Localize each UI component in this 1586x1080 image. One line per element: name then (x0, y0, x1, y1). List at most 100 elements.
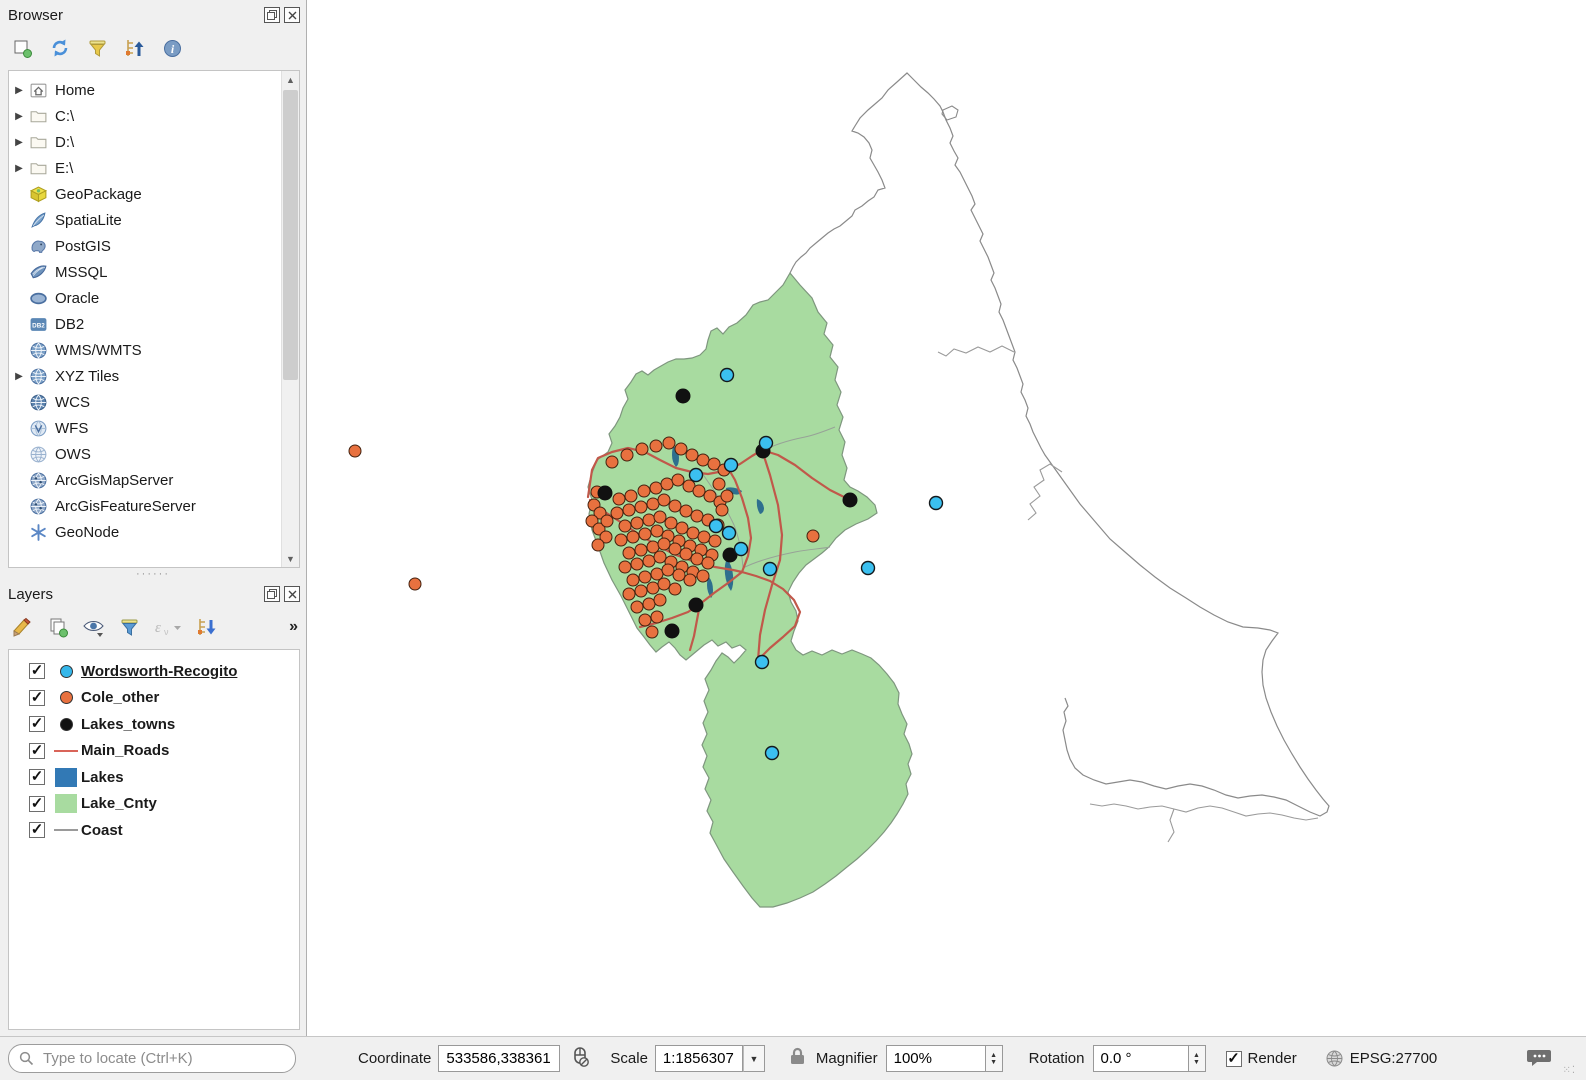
browser-item-arcgisfeatureserver[interactable]: ArcGisFeatureServer (11, 493, 299, 519)
layer-item-coast[interactable]: Coast (15, 817, 299, 844)
lock-scale-icon[interactable] (789, 1047, 806, 1070)
layers-close-button[interactable] (284, 586, 300, 602)
map-svg[interactable] (307, 0, 1586, 1036)
cole-other-point (623, 504, 635, 516)
manage-map-themes-button[interactable] (82, 616, 106, 638)
folder-icon (27, 133, 49, 152)
crs-button[interactable]: EPSG:27700 (1325, 1049, 1438, 1068)
layers-float-button[interactable] (264, 586, 280, 602)
expand-arrow-icon[interactable]: ▶ (11, 85, 27, 96)
locator-input[interactable] (41, 1049, 285, 1068)
magnifier-spinner[interactable]: ▲▼ (986, 1045, 1003, 1072)
expand-collapse-button[interactable] (196, 616, 218, 638)
cole-other-point (654, 511, 666, 523)
browser-item-geopackage[interactable]: GeoPackage (11, 181, 299, 207)
layer-visibility-checkbox[interactable] (29, 716, 45, 732)
cole-other-point (623, 547, 635, 559)
wordsworth-recogito-point (690, 469, 703, 482)
resize-grip[interactable]: ⁙⁚ (1562, 1065, 1576, 1080)
wordsworth-recogito-point (930, 497, 943, 510)
toolbar-overflow-button[interactable]: » (289, 618, 298, 636)
layer-visibility-checkbox[interactable] (29, 822, 45, 838)
filter-by-expression-button[interactable]: εν (153, 616, 183, 638)
filter-legend-button[interactable] (119, 617, 140, 638)
browser-panel-title: Browser (8, 7, 63, 24)
browser-item-mssql[interactable]: MSSQL (11, 259, 299, 285)
cole-other-point (613, 493, 625, 505)
toggle-extents-mouse-icon[interactable] (568, 1045, 592, 1073)
layer-legend-symbol (51, 665, 81, 678)
scroll-up-icon[interactable]: ▲ (282, 71, 299, 88)
expand-arrow-icon[interactable]: ▶ (11, 371, 27, 382)
lakes-town-point (598, 486, 612, 500)
browser-close-button[interactable] (284, 7, 300, 23)
float-icon (267, 589, 277, 599)
layer-item-main-roads[interactable]: Main_Roads (15, 738, 299, 765)
browser-item-wcs[interactable]: WCS (11, 389, 299, 415)
rotation-input[interactable] (1093, 1045, 1189, 1072)
layer-item-cole-other[interactable]: Cole_other (15, 685, 299, 712)
cole-other-point (716, 504, 728, 516)
add-group-button[interactable] (47, 616, 69, 638)
scale-input[interactable] (655, 1045, 743, 1072)
expand-arrow-icon[interactable]: ▶ (11, 137, 27, 148)
browser-float-button[interactable] (264, 7, 280, 23)
dock-splitter[interactable]: ······ (0, 568, 306, 579)
render-checkbox[interactable] (1226, 1051, 1242, 1067)
layer-visibility-checkbox[interactable] (29, 690, 45, 706)
cole-other-point (672, 474, 684, 486)
rotation-spinner[interactable]: ▲▼ (1189, 1045, 1206, 1072)
cole-other-point (650, 440, 662, 452)
browser-item-e[interactable]: ▶E:\ (11, 155, 299, 181)
properties-button[interactable]: i (162, 38, 183, 59)
browser-item-wfs[interactable]: WFS (11, 415, 299, 441)
layer-visibility-checkbox[interactable] (29, 743, 45, 759)
layer-item-wordsworth-recogito[interactable]: Wordsworth-Recogito (15, 658, 299, 685)
cole-other-point (673, 569, 685, 581)
scrollbar-thumb[interactable] (283, 90, 298, 380)
add-selected-layers-button[interactable] (12, 38, 33, 59)
map-canvas[interactable] (307, 0, 1586, 1036)
refresh-button[interactable] (49, 37, 71, 59)
magnifier-input[interactable] (886, 1045, 986, 1072)
layer-item-lakes[interactable]: Lakes (15, 764, 299, 791)
wordsworth-recogito-point (725, 459, 738, 472)
expand-arrow-icon[interactable]: ▶ (11, 111, 27, 122)
cole-other-point (635, 585, 647, 597)
browser-item-arcgismapserver[interactable]: ArcGisMapServer (11, 467, 299, 493)
browser-item-ows[interactable]: OWS (11, 441, 299, 467)
browser-item-label: Home (55, 82, 95, 99)
collapse-all-button[interactable] (124, 37, 146, 59)
browser-scrollbar[interactable]: ▲ ▼ (281, 71, 299, 567)
browser-item-db2[interactable]: DB2DB2 (11, 311, 299, 337)
browser-item-geonode[interactable]: GeoNode (11, 519, 299, 545)
expand-arrow-icon[interactable]: ▶ (11, 163, 27, 174)
browser-item-oracle[interactable]: Oracle (11, 285, 299, 311)
browser-item-home[interactable]: ▶ Home (11, 77, 299, 103)
oracle-icon (27, 289, 49, 308)
browser-item-c[interactable]: ▶C:\ (11, 103, 299, 129)
close-icon (288, 590, 297, 599)
layer-styling-button[interactable] (12, 616, 34, 638)
filter-browser-button[interactable] (87, 38, 108, 59)
browser-item-wms-wmts[interactable]: WMS/WMTS (11, 337, 299, 363)
cole-other-point (698, 531, 710, 543)
browser-item-d[interactable]: ▶D:\ (11, 129, 299, 155)
layer-legend-symbol (51, 768, 81, 787)
layer-item-lakes-towns[interactable]: Lakes_towns (15, 711, 299, 738)
browser-item-postgis[interactable]: PostGIS (11, 233, 299, 259)
layer-visibility-checkbox[interactable] (29, 796, 45, 812)
coordinate-input[interactable] (438, 1045, 560, 1072)
browser-item-spatialite[interactable]: SpatiaLite (11, 207, 299, 233)
layer-visibility-checkbox[interactable] (29, 663, 45, 679)
cole-other-point (647, 498, 659, 510)
layers-toolbar: εν » (8, 607, 300, 649)
layer-item-lake-cnty[interactable]: Lake_Cnty (15, 791, 299, 818)
layer-visibility-checkbox[interactable] (29, 769, 45, 785)
browser-item-xyz-tiles[interactable]: ▶XYZ Tiles (11, 363, 299, 389)
locator-box[interactable] (8, 1044, 296, 1073)
scale-dropdown-arrow-icon[interactable]: ▼ (743, 1045, 765, 1072)
scroll-down-icon[interactable]: ▼ (282, 550, 299, 567)
cole-other-point (636, 443, 648, 455)
messages-button[interactable] (1526, 1046, 1552, 1072)
